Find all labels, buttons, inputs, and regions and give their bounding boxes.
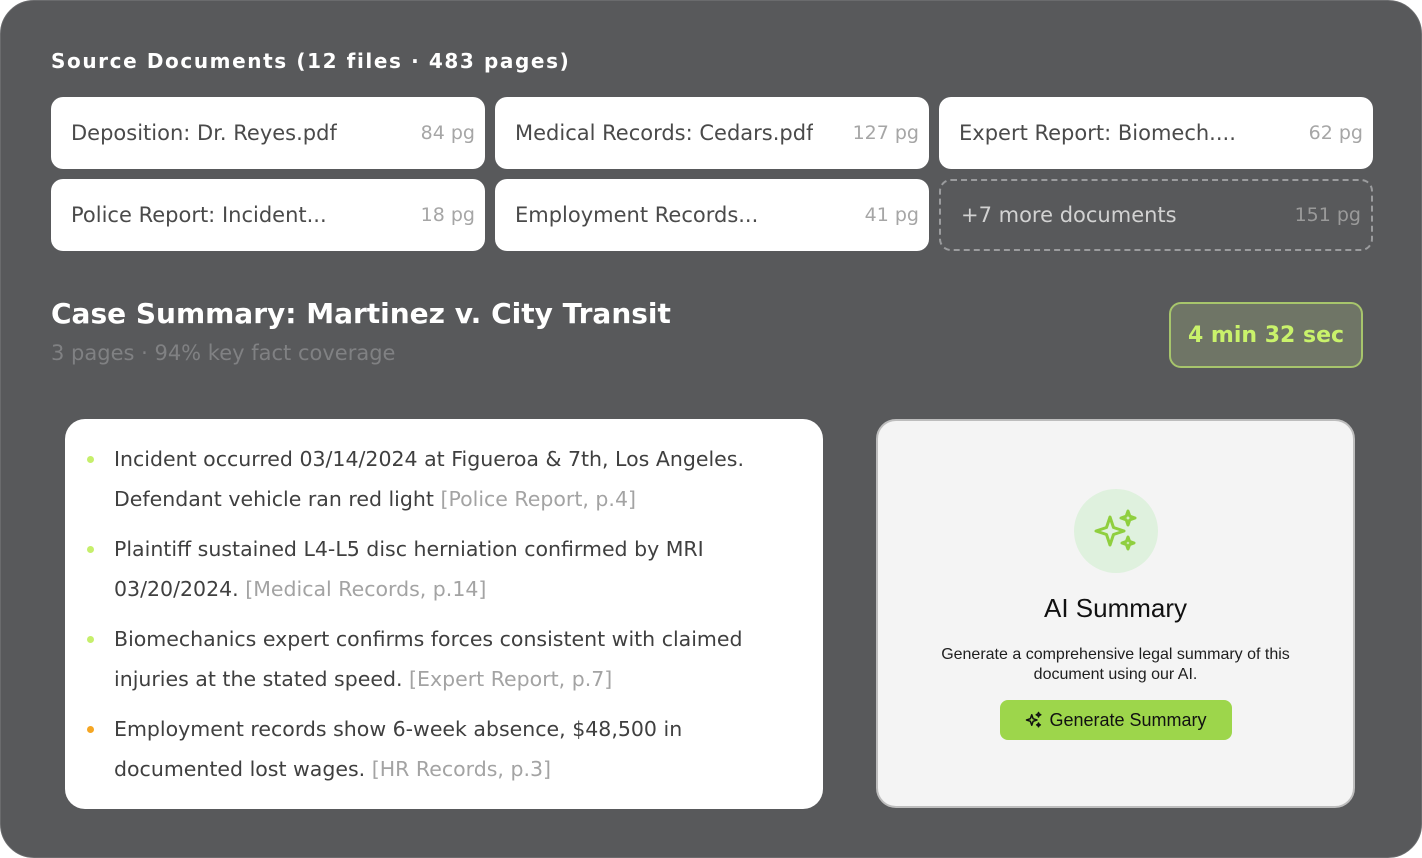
time-saved-badge: 4 min 32 sec — [1169, 302, 1363, 368]
ai-summary-description: Generate a comprehensive legal summary o… — [941, 646, 1290, 683]
fact-text: Plaintiff sustained L4-L5 disc herniatio… — [114, 529, 799, 609]
document-name: Police Report: Incident... — [71, 203, 327, 227]
document-name: Employment Records... — [515, 203, 759, 227]
document-name: Deposition: Dr. Reyes.pdf — [71, 121, 337, 145]
ai-summary-title: AI Summary — [1043, 593, 1188, 623]
ai-summary-card: AI Summary Generate a comprehensive lega… — [876, 419, 1355, 808]
list-item: Plaintiff sustained L4-L5 disc herniatio… — [87, 529, 799, 609]
document-page-count: 41 pg — [864, 204, 919, 226]
document-name: Expert Report: Biomech.... — [959, 121, 1236, 145]
more-documents-label: +7 more documents — [961, 203, 1177, 227]
source-documents-title: Source Documents (12 files · 483 pages) — [51, 49, 571, 73]
more-documents-page-count: 151 pg — [1294, 204, 1361, 226]
generate-summary-button[interactable]: Generate Summary — [1000, 700, 1232, 740]
document-card-deposition[interactable]: Deposition: Dr. Reyes.pdf 84 pg — [51, 97, 485, 169]
fact-citation[interactable]: [Expert Report, p.7] — [409, 667, 612, 691]
generate-summary-label: Generate Summary — [1049, 709, 1207, 730]
case-summary-subtitle: 3 pages · 94% key fact coverage — [51, 341, 396, 365]
fact-citation[interactable]: [Police Report, p.4] — [440, 487, 636, 511]
fact-citation[interactable]: [Medical Records, p.14] — [245, 577, 486, 601]
case-summary-title: Case Summary: Martinez v. City Transit — [51, 297, 671, 330]
bullet-dot — [87, 456, 94, 463]
document-card-medical-records[interactable]: Medical Records: Cedars.pdf 127 pg — [495, 97, 929, 169]
fact-statement: Incident occurred 03/14/2024 at Figueroa… — [114, 447, 744, 511]
document-card-expert-report[interactable]: Expert Report: Biomech.... 62 pg — [939, 97, 1373, 169]
main-panel: Source Documents (12 files · 483 pages) … — [0, 0, 1422, 858]
bullet-dot — [87, 546, 94, 553]
key-facts-list: Incident occurred 03/14/2024 at Figueroa… — [65, 419, 823, 809]
document-card-police-report[interactable]: Police Report: Incident... 18 pg — [51, 179, 485, 251]
document-name: Medical Records: Cedars.pdf — [515, 121, 814, 145]
document-card-employment-records[interactable]: Employment Records... 41 pg — [495, 179, 929, 251]
document-page-count: 18 pg — [420, 204, 475, 226]
document-page-count: 84 pg — [420, 122, 475, 144]
fact-text: Biomechanics expert confirms forces cons… — [114, 619, 799, 699]
list-item: Incident occurred 03/14/2024 at Figueroa… — [87, 439, 799, 519]
bullet-dot — [87, 726, 94, 733]
more-documents-card[interactable]: +7 more documents 151 pg — [939, 179, 1373, 251]
list-item: Employment records show 6-week absence, … — [87, 709, 799, 789]
fact-text: Employment records show 6-week absence, … — [114, 709, 799, 789]
document-page-count: 62 pg — [1308, 122, 1363, 144]
document-page-count: 127 pg — [852, 122, 919, 144]
list-item: Biomechanics expert confirms forces cons… — [87, 619, 799, 699]
fact-text: Incident occurred 03/14/2024 at Figueroa… — [114, 439, 799, 519]
bullet-dot — [87, 636, 94, 643]
sparkles-icon — [1026, 711, 1042, 728]
sparkles-icon — [1074, 489, 1158, 573]
fact-citation[interactable]: [HR Records, p.3] — [372, 757, 551, 781]
